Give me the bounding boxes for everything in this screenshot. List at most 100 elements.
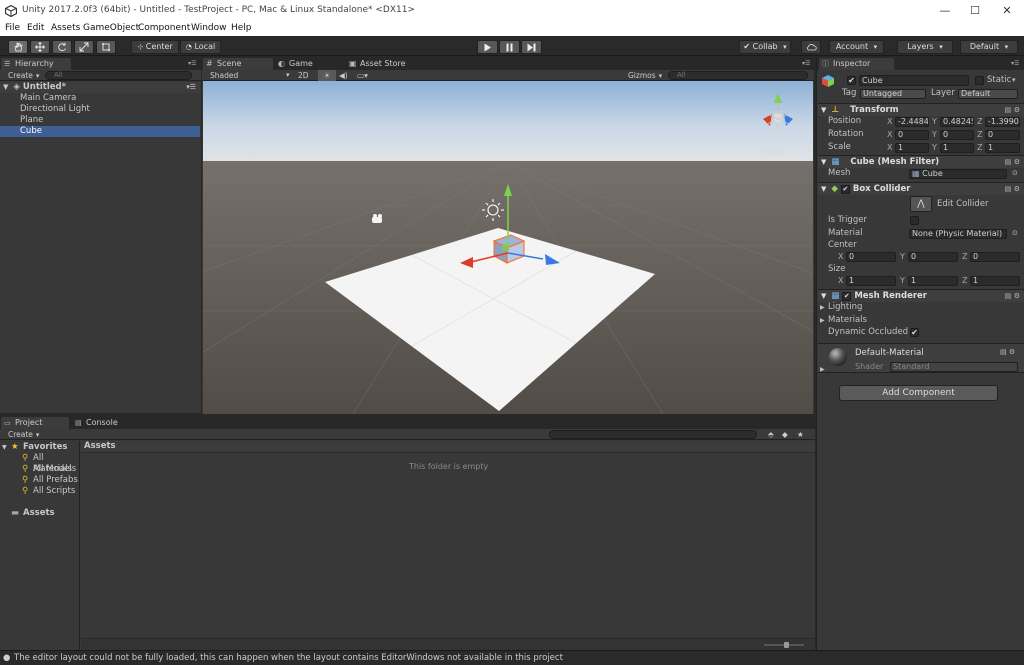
scale-z-field[interactable]: 1 <box>985 143 1020 153</box>
is-trigger-checkbox[interactable] <box>910 216 919 225</box>
menu-help[interactable]: Help <box>231 23 252 33</box>
menu-component[interactable]: Component <box>138 23 190 33</box>
scale-tool-button[interactable] <box>74 40 94 54</box>
size-y-field[interactable]: 1 <box>908 276 958 286</box>
physic-material-field[interactable]: None (Physic Material) <box>909 229 1007 239</box>
project-create-button[interactable]: Create <box>8 429 39 441</box>
step-button[interactable] <box>521 40 542 54</box>
center-y-field[interactable]: 0 <box>908 252 958 262</box>
size-z-field[interactable]: 1 <box>970 276 1020 286</box>
scene-root-item[interactable]: ▼ ◈ Untitled* ▾☰ <box>0 82 200 93</box>
hierarchy-create-button[interactable]: Create <box>8 70 39 82</box>
rotation-z-field[interactable]: 0 <box>985 130 1020 140</box>
favorite-item[interactable]: All Models <box>33 464 76 475</box>
play-button[interactable] <box>477 40 498 54</box>
transform-header[interactable]: ▼ ⊥ Transform ▤ ⚙ <box>818 103 1024 116</box>
pivot-center-toggle[interactable]: ⊹ Center <box>131 40 179 54</box>
layout-dropdown[interactable]: Default <box>960 40 1018 54</box>
assets-root-folder[interactable]: Assets <box>23 508 55 519</box>
component-settings-icons[interactable]: ▤ ⚙ <box>1005 104 1020 116</box>
dynamic-occluded-checkbox[interactable]: ✔ <box>910 328 919 337</box>
scene-audio-icon[interactable]: ◀) <box>339 70 348 81</box>
position-z-field[interactable]: -1.3990 <box>985 117 1020 127</box>
object-name-field[interactable]: Cube <box>859 75 969 86</box>
panel-menu-icon[interactable]: ▾☰ <box>802 61 812 67</box>
box-collider-enabled-checkbox[interactable]: ✔ <box>840 185 850 194</box>
close-button[interactable]: ✕ <box>992 0 1022 22</box>
add-component-button[interactable]: Add Component <box>839 385 998 401</box>
minimize-button[interactable]: — <box>930 0 960 22</box>
search-by-type-icon[interactable]: ⬘ <box>768 429 774 440</box>
favorite-item[interactable]: All Prefabs <box>33 475 78 486</box>
move-tool-button[interactable] <box>30 40 50 54</box>
menu-gameobject[interactable]: GameObject <box>83 23 139 33</box>
tab-inspector[interactable]: ⓘ Inspector <box>819 58 894 70</box>
slider-thumb[interactable] <box>784 642 789 648</box>
scale-x-field[interactable]: 1 <box>895 143 929 153</box>
object-picker-icon[interactable]: ⊙ <box>1012 168 1018 179</box>
static-checkbox[interactable] <box>975 76 984 85</box>
hierarchy-item[interactable]: Directional Light <box>0 104 200 115</box>
scene-search-input[interactable]: All <box>668 71 808 80</box>
tab-console[interactable]: ▤ Console <box>72 417 142 429</box>
icon-size-slider[interactable] <box>764 642 804 648</box>
component-settings-icons[interactable]: ▤ ⚙ <box>1005 156 1020 168</box>
collapse-arrow-icon[interactable]: ▶ <box>820 364 825 375</box>
scene-effects-icon[interactable]: ▭▾ <box>357 70 368 81</box>
scale-y-field[interactable]: 1 <box>940 143 974 153</box>
position-y-field[interactable]: 0.48245 <box>940 117 974 127</box>
scene-viewport[interactable]: Persp <box>203 81 813 414</box>
favorite-star-icon[interactable]: ★ <box>797 429 804 440</box>
material-settings-icons[interactable]: ▤ ⚙ <box>1000 348 1015 356</box>
pivot-local-toggle[interactable]: ◔ Local <box>180 40 221 54</box>
menu-window[interactable]: Window <box>191 23 227 33</box>
scene-menu-icon[interactable]: ▾☰ <box>186 82 196 93</box>
panel-menu-icon[interactable]: ▾☰ <box>188 61 198 67</box>
shader-dropdown[interactable]: Standard <box>890 362 1018 372</box>
layer-dropdown[interactable]: Default <box>958 89 1018 99</box>
collapse-arrow-icon[interactable]: ▶ <box>820 302 825 313</box>
tag-dropdown[interactable]: Untagged <box>860 89 926 99</box>
rotation-y-field[interactable]: 0 <box>940 130 974 140</box>
tab-asset-store[interactable]: ▣ Asset Store <box>346 58 426 70</box>
maximize-button[interactable]: ☐ <box>960 0 990 22</box>
center-z-field[interactable]: 0 <box>970 252 1020 262</box>
mesh-filter-header[interactable]: ▼ ▦ Cube (Mesh Filter) ▤ ⚙ <box>818 155 1024 168</box>
expand-arrow-icon[interactable]: ▼ <box>2 442 7 453</box>
hierarchy-item-selected[interactable]: Cube <box>0 126 200 137</box>
status-message[interactable]: The editor layout could not be fully loa… <box>14 651 563 665</box>
collapse-arrow-icon[interactable]: ▶ <box>820 315 825 326</box>
mesh-renderer-enabled-checkbox[interactable]: ✔ <box>842 292 852 301</box>
component-settings-icons[interactable]: ▤ ⚙ <box>1005 290 1020 302</box>
pause-button[interactable] <box>499 40 520 54</box>
shading-mode-dropdown[interactable]: Shaded <box>210 70 238 81</box>
tab-game[interactable]: ◐ Game <box>275 58 345 70</box>
hierarchy-item[interactable]: Plane <box>0 115 200 126</box>
active-checkbox[interactable]: ✔ <box>847 76 856 85</box>
tab-hierarchy[interactable]: ☰ Hierarchy <box>1 58 71 70</box>
hierarchy-item[interactable]: Main Camera <box>0 93 200 104</box>
collab-dropdown[interactable]: ✔ Collab <box>739 40 791 54</box>
layers-dropdown[interactable]: Layers <box>897 40 953 54</box>
mesh-renderer-header[interactable]: ▼ ▦ ✔ Mesh Renderer ▤ ⚙ <box>818 289 1024 302</box>
center-x-field[interactable]: 0 <box>846 252 896 262</box>
position-x-field[interactable]: -2.4484 <box>895 117 929 127</box>
menu-assets[interactable]: Assets <box>51 23 80 33</box>
shading-dropdown-arrow-icon[interactable]: ▾ <box>286 70 290 81</box>
static-dropdown-arrow-icon[interactable]: ▾ <box>1012 75 1016 86</box>
favorites-label[interactable]: Favorites <box>23 442 67 453</box>
hand-tool-button[interactable] <box>8 40 28 54</box>
rotation-x-field[interactable]: 0 <box>895 130 929 140</box>
component-settings-icons[interactable]: ▤ ⚙ <box>1005 183 1020 195</box>
search-by-label-icon[interactable]: ◆ <box>782 429 788 440</box>
panel-menu-icon[interactable]: ▾☰ <box>1011 61 1021 67</box>
project-search-input[interactable] <box>549 430 757 439</box>
rotate-tool-button[interactable] <box>52 40 72 54</box>
scene-lighting-icon[interactable]: ☀ <box>318 70 336 81</box>
lighting-foldout[interactable]: Lighting <box>828 302 862 313</box>
favorite-item[interactable]: All Scripts <box>33 486 75 497</box>
cloud-button[interactable] <box>801 40 821 54</box>
menu-edit[interactable]: Edit <box>27 23 44 33</box>
tab-scene[interactable]: # Scene <box>203 58 273 70</box>
breadcrumb-assets[interactable]: Assets <box>84 441 116 452</box>
